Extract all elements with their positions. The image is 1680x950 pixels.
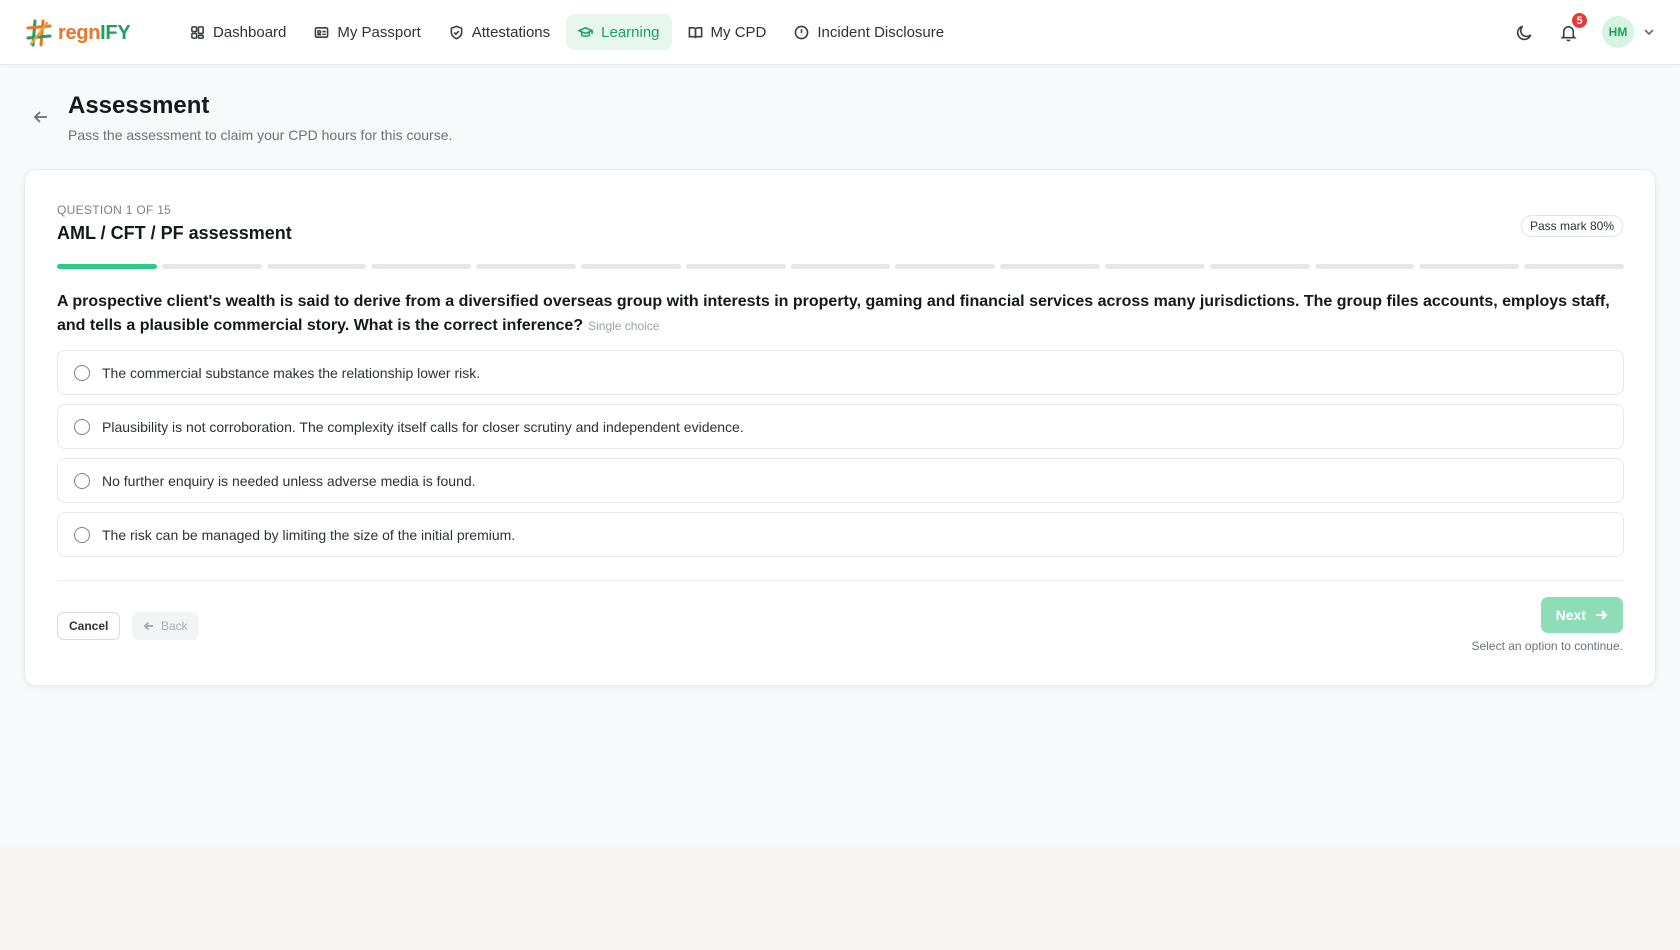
question-text: A prospective client's wealth is said to… xyxy=(57,290,1627,338)
answer-option[interactable]: No further enquiry is needed unless adve… xyxy=(57,458,1624,503)
radio-button[interactable] xyxy=(74,526,90,543)
footer-divider xyxy=(57,580,1624,581)
progress-segment xyxy=(1419,264,1520,269)
regnify-logo-icon xyxy=(26,19,52,47)
nav-label: My Passport xyxy=(337,23,421,41)
next-hint-text: Select an option to continue. xyxy=(1471,639,1623,653)
brand-name-part2: IFY xyxy=(100,21,131,44)
nav-item-learning[interactable]: Learning xyxy=(566,14,672,50)
nav-item-dashboard[interactable]: Dashboard xyxy=(178,14,298,50)
chevron-down-icon[interactable] xyxy=(1642,25,1656,39)
progress-segment xyxy=(895,264,996,269)
nav-label: Learning xyxy=(601,23,660,41)
nav-label: Attestations xyxy=(471,23,551,41)
header-actions: 5 HM xyxy=(1498,11,1656,50)
progress-segment xyxy=(371,264,472,269)
progress-segment xyxy=(476,264,576,269)
back-button[interactable]: Back xyxy=(132,612,199,640)
main-nav: Dashboard My Passport Attestations Learn… xyxy=(178,14,960,50)
notification-count-badge: 5 xyxy=(1570,11,1589,30)
arrow-right-icon xyxy=(1596,610,1608,620)
radio-button[interactable] xyxy=(74,472,90,489)
answer-option[interactable]: The risk can be managed by limiting the … xyxy=(57,512,1624,557)
dashboard-icon xyxy=(191,25,204,39)
progress-segment xyxy=(266,264,367,269)
next-button-label: Next xyxy=(1555,607,1586,623)
arrow-left-icon xyxy=(143,621,153,631)
page-title: Assessment xyxy=(68,92,210,119)
back-navigation-button[interactable] xyxy=(32,108,54,130)
progress-segment xyxy=(1209,264,1310,269)
answer-options: The commercial substance makes the relat… xyxy=(57,350,1624,566)
nav-item-attestations[interactable]: Attestations xyxy=(437,14,562,50)
answer-option-label: No further enquiry is needed unless adve… xyxy=(102,472,476,489)
page-subtitle: Pass the assessment to claim your CPD ho… xyxy=(68,127,453,143)
user-avatar[interactable]: HM xyxy=(1602,16,1634,48)
answer-option-label: Plausibility is not corroboration. The c… xyxy=(102,418,744,435)
alert-circle-icon xyxy=(794,25,809,39)
arrow-left-icon xyxy=(33,111,47,123)
id-card-icon xyxy=(315,26,329,38)
progress-segment xyxy=(685,264,786,269)
progress-segment xyxy=(1524,264,1624,269)
answer-option-label: The commercial substance makes the relat… xyxy=(102,364,481,381)
nav-label: Dashboard xyxy=(213,23,287,41)
question-counter: QUESTION 1 OF 15 xyxy=(57,203,172,217)
radio-button[interactable] xyxy=(74,364,90,381)
book-open-icon xyxy=(688,26,702,38)
next-button[interactable]: Next xyxy=(1540,597,1623,633)
assessment-card: QUESTION 1 OF 15 AML / CFT / PF assessme… xyxy=(24,169,1656,686)
shield-check-icon xyxy=(450,25,463,39)
assessment-title: AML / CFT / PF assessment xyxy=(57,223,292,243)
top-navigation-bar: regnIFY Dashboard My Passport Attestatio… xyxy=(0,0,1680,65)
theme-toggle-button[interactable] xyxy=(1506,14,1542,50)
cancel-button[interactable]: Cancel xyxy=(57,612,121,640)
progress-segment xyxy=(1000,264,1100,269)
nav-item-my-passport[interactable]: My Passport xyxy=(302,14,432,50)
notifications-button[interactable]: 5 xyxy=(1550,11,1589,50)
pass-mark-badge: Pass mark 80% xyxy=(1520,215,1623,237)
progress-segment xyxy=(580,264,681,269)
progress-segment xyxy=(790,264,891,269)
answer-option[interactable]: The commercial substance makes the relat… xyxy=(57,350,1624,395)
answer-option[interactable]: Plausibility is not corroboration. The c… xyxy=(57,404,1624,449)
progress-segment xyxy=(1314,264,1415,269)
progress-segment xyxy=(1104,264,1205,269)
progress-segment xyxy=(57,264,157,269)
question-type-label: Single choice xyxy=(588,319,660,333)
progress-segment xyxy=(161,264,262,269)
question-body: A prospective client's wealth is said to… xyxy=(57,293,1610,334)
nav-item-incident-disclosure[interactable]: Incident Disclosure xyxy=(782,14,956,50)
brand-logo[interactable]: regnIFY xyxy=(26,18,131,48)
nav-label: Incident Disclosure xyxy=(817,23,945,41)
nav-item-my-cpd[interactable]: My CPD xyxy=(676,14,779,50)
answer-option-label: The risk can be managed by limiting the … xyxy=(102,526,516,543)
back-button-label: Back xyxy=(161,619,188,633)
question-progress-bar xyxy=(57,264,1624,269)
brand-name-part1: regn xyxy=(58,21,101,44)
nav-label: My CPD xyxy=(710,23,767,41)
radio-button[interactable] xyxy=(74,418,90,435)
graduation-cap-icon xyxy=(578,26,594,37)
moon-icon xyxy=(1516,25,1531,40)
brand-name: regnIFY xyxy=(58,21,131,45)
app-shell: regnIFY Dashboard My Passport Attestatio… xyxy=(0,0,1680,846)
